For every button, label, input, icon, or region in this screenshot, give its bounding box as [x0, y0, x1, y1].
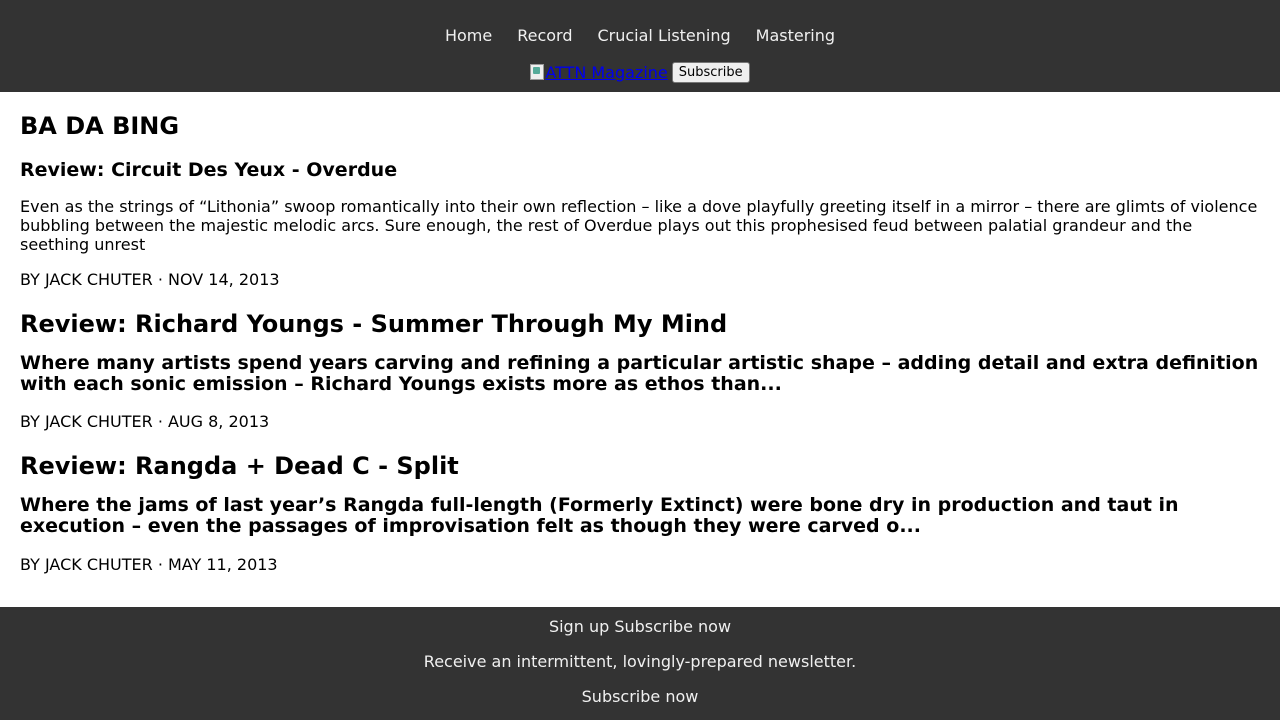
brand-row: ATTN Magazine Subscribe	[530, 60, 750, 84]
main-nav: Home Record Crucial Listening Mastering	[445, 26, 835, 46]
subscribe-button[interactable]: Subscribe	[671, 61, 750, 83]
footer-signup-line: Sign up Subscribe now	[0, 617, 1280, 636]
post-excerpt: Even as the strings of “Lithonia” swoop …	[20, 197, 1258, 254]
post-excerpt: Where many artists spend years carving a…	[20, 352, 1259, 395]
post-item: Review: Rangda + Dead C - Split Where th…	[20, 451, 1260, 574]
post-meta: BY JACK CHUTER · MAY 11, 2013	[20, 555, 278, 574]
site-footer: Sign up Subscribe now Receive an intermi…	[0, 607, 1280, 720]
post-item: Review: Richard Youngs - Summer Through …	[20, 309, 1260, 431]
post-meta: BY JACK CHUTER · NOV 14, 2013	[20, 270, 280, 289]
post-title[interactable]: Review: Richard Youngs - Summer Through …	[20, 309, 1260, 339]
footer-tagline: Receive an intermittent, lovingly-prepar…	[423, 652, 857, 671]
post-list: Review: Circuit Des Yeux - Overdue Even …	[20, 158, 1260, 574]
broken-image-icon	[530, 64, 545, 80]
nav-crucial-listening[interactable]: Crucial Listening	[597, 26, 730, 46]
post-item: Review: Circuit Des Yeux - Overdue Even …	[20, 158, 1260, 289]
site-logo-alt-text: ATTN Magazine	[545, 62, 668, 82]
footer-signup-label: Sign up	[548, 617, 610, 636]
post-meta: BY JACK CHUTER · AUG 8, 2013	[20, 412, 270, 431]
site-header: Home Record Crucial Listening Mastering …	[0, 0, 1280, 92]
nav-home[interactable]: Home	[445, 26, 492, 46]
footer-subscribe-inline-link[interactable]: Subscribe now	[614, 617, 731, 636]
nav-record[interactable]: Record	[517, 26, 572, 46]
nav-mastering[interactable]: Mastering	[756, 26, 835, 46]
footer-subscribe-link[interactable]: Subscribe now	[582, 687, 699, 706]
post-title[interactable]: Review: Rangda + Dead C - Split	[20, 451, 1260, 481]
site-logo-link[interactable]: ATTN Magazine	[530, 62, 668, 82]
page-title: BA DA BING	[20, 112, 180, 140]
post-title[interactable]: Review: Circuit Des Yeux - Overdue	[20, 158, 1260, 182]
post-excerpt: Where the jams of last year’s Rangda ful…	[20, 494, 1179, 537]
